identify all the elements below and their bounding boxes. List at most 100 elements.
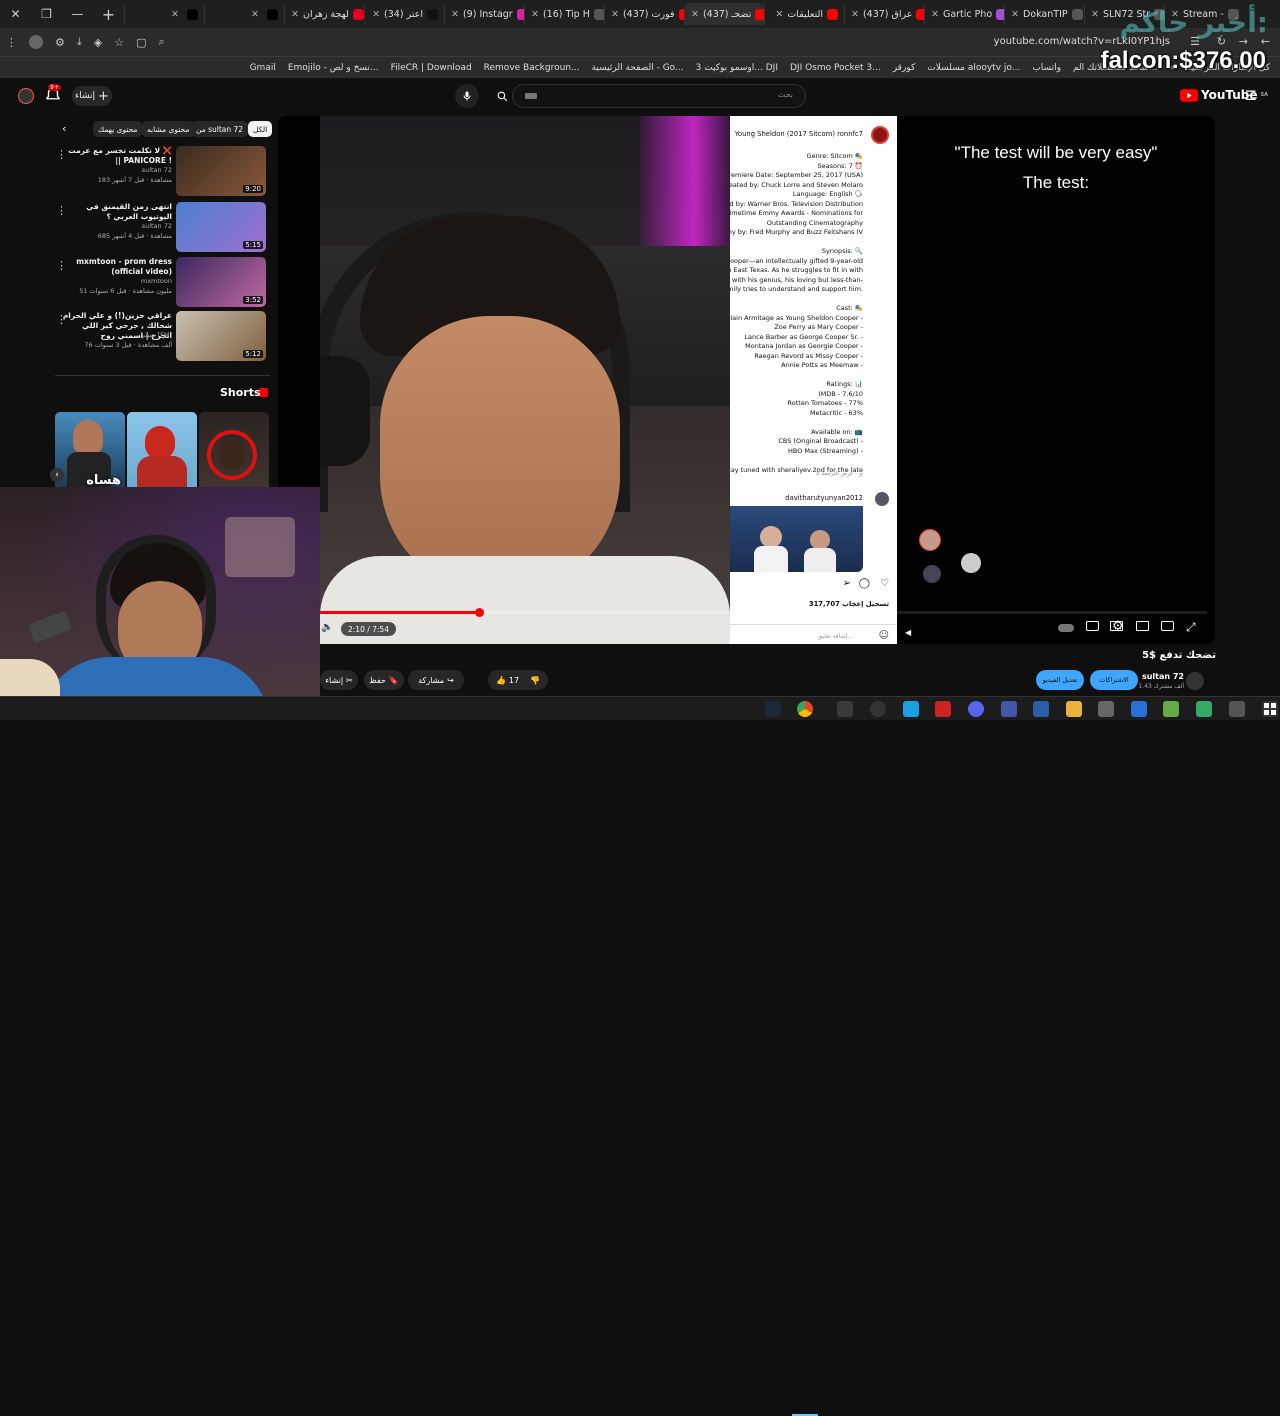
puzzle-icon[interactable]: ◈ (94, 36, 102, 49)
browser-tab[interactable]: ✕ (437) تضحـ (684, 3, 764, 25)
close-tab-icon[interactable]: ✕ (1011, 9, 1019, 20)
short-thumbnail[interactable] (127, 412, 197, 492)
browser-tab[interactable]: ✕ (124, 3, 204, 25)
outlook-icon[interactable] (1131, 701, 1147, 717)
cast-icon[interactable] (1161, 621, 1174, 631)
channel-name[interactable]: sultan 72 (1142, 672, 1184, 681)
more-options-icon[interactable]: ⋮ (56, 148, 67, 161)
tab-search-icon[interactable]: ▢ (136, 36, 146, 49)
bookmark-item[interactable]: Remove Backgroun... (484, 63, 580, 73)
voice-search-button[interactable] (455, 84, 479, 108)
more-options-icon[interactable]: ⋮ (56, 313, 67, 326)
create-button[interactable]: إنشاء + (72, 86, 112, 106)
browser-tab[interactable]: ✕ (204, 3, 284, 25)
recommendation-item[interactable]: 9:20 لا تكلمت تخسر مع عرمت ❌ || PANICORE … (56, 146, 272, 198)
search-taskbar-icon[interactable] (1229, 701, 1245, 717)
save-button[interactable]: حفظ 🔖 (364, 670, 404, 690)
subscriptions-button[interactable]: الاشتراكات (1090, 670, 1138, 690)
short-thumbnail[interactable] (199, 412, 269, 492)
close-window-icon[interactable]: ✕ (0, 0, 31, 28)
close-tab-icon[interactable]: ✕ (451, 9, 459, 20)
app-icon[interactable] (837, 701, 853, 717)
bookmark-item[interactable]: DJI Osmo Pocket 3... (790, 63, 881, 73)
video-title[interactable]: انتهى زمن القيمنق في اليوتيوب العربي ؟ (62, 202, 172, 222)
star-icon[interactable]: ☆ (114, 36, 124, 49)
subtitles-icon[interactable] (1086, 621, 1099, 631)
volume-icon[interactable]: 🔈 (321, 622, 333, 633)
settings-taskbar-icon[interactable] (1098, 701, 1114, 717)
video-title[interactable]: لا تكلمت تخسر مع عرمت ❌ || PANICORE ! (62, 146, 172, 166)
commenter-avatar[interactable] (875, 492, 889, 506)
short-thumbnail[interactable]: هساه (55, 412, 125, 492)
hamburger-menu-icon[interactable]: ☰ (1245, 89, 1257, 104)
send-icon[interactable]: ➢ (843, 578, 851, 589)
bookmark-item[interactable]: FileCR | Download (391, 63, 472, 73)
volume-small-icon[interactable]: ◀ (905, 628, 911, 637)
comment-image[interactable] (730, 506, 863, 572)
channel-name[interactable]: sultan 72 (62, 222, 172, 230)
steam-icon[interactable] (765, 701, 781, 717)
zoom-icon[interactable]: ⌕ (159, 35, 165, 49)
download-icon[interactable]: ⤓ (77, 35, 82, 49)
browser-tab[interactable]: ✕ (437) عراق (844, 3, 924, 25)
panel-translate[interactable]: 3 ي · عرض الترجمة (816, 471, 863, 477)
chrome-icon[interactable] (797, 701, 813, 717)
close-tab-icon[interactable]: ✕ (851, 9, 859, 20)
bookmark-item[interactable]: مسلسلات alooytv jo... (927, 63, 1020, 73)
video-title[interactable]: mxmtoon - prom dress (official video) (62, 257, 172, 277)
close-tab-icon[interactable]: ✕ (372, 9, 380, 20)
chips-scroll-left-icon[interactable]: ‹ (62, 122, 66, 135)
settings-gear-icon[interactable]: ⚙ (1112, 619, 1124, 634)
close-tab-icon[interactable]: ✕ (251, 9, 259, 20)
edit-video-button[interactable]: تعديل الفيديو (1036, 670, 1084, 690)
avatar[interactable] (18, 88, 34, 104)
app-icon[interactable] (1163, 701, 1179, 717)
menu-icon[interactable]: ⋮ (6, 36, 17, 49)
shorts-scroll-left-icon[interactable]: ‹ (50, 468, 64, 482)
chip-from-channel[interactable]: من sultan 72 (191, 121, 249, 137)
extensions-icon[interactable]: ⚙ (55, 36, 65, 49)
discord-icon[interactable] (968, 701, 984, 717)
browser-tab[interactable]: ✕ Gartic Pho (924, 3, 1004, 25)
channel-name[interactable]: حنيني [FM] (62, 331, 172, 339)
restore-window-icon[interactable]: ❐ (31, 0, 62, 28)
like-icon[interactable]: 👍 (496, 676, 506, 685)
app-icon[interactable] (1033, 701, 1049, 717)
close-tab-icon[interactable]: ✕ (775, 9, 783, 20)
windows-start-icon[interactable] (1262, 701, 1278, 717)
channel-avatar[interactable] (1186, 672, 1204, 690)
bookmark-item[interactable]: واتساب (1032, 63, 1061, 73)
profile-avatar[interactable] (871, 126, 889, 144)
new-tab-icon[interactable]: + (93, 0, 124, 28)
close-tab-icon[interactable]: ✕ (691, 9, 699, 20)
more-options-icon[interactable]: ⋮ (56, 259, 67, 272)
obs-icon[interactable] (870, 701, 886, 717)
bookmark-item[interactable]: Gmail (250, 63, 276, 73)
app-icon[interactable] (1001, 701, 1017, 717)
recommendation-item[interactable]: 3:52 mxmtoon - prom dress (official video… (56, 257, 272, 309)
fullscreen-icon[interactable]: ⤢ (1186, 620, 1196, 635)
profile-icon[interactable] (29, 35, 43, 49)
theater-mode-icon[interactable] (1136, 621, 1149, 631)
close-tab-icon[interactable]: ✕ (931, 9, 939, 20)
minimize-window-icon[interactable]: — (62, 0, 93, 28)
video-thumbnail[interactable]: 5:12 (176, 311, 266, 361)
more-options-icon[interactable]: ⋮ (56, 204, 67, 217)
progress-bar[interactable] (320, 611, 480, 614)
chip-for-you[interactable]: محتوى يهمك (93, 121, 143, 137)
autoplay-toggle[interactable] (1058, 624, 1074, 632)
channel-name[interactable]: mxmtoon (62, 277, 172, 285)
share-button[interactable]: مشاركة ↪ (408, 670, 464, 690)
close-tab-icon[interactable]: ✕ (291, 9, 299, 20)
browser-tab[interactable]: ✕ (16) Tip H (524, 3, 604, 25)
bookmark-item[interactable]: اوسمو بوكيت 3... DJI (696, 63, 778, 73)
close-tab-icon[interactable]: ✕ (611, 9, 619, 20)
chip-all[interactable]: الكل (248, 121, 273, 137)
search-input[interactable]: بحث (512, 84, 806, 108)
recommendation-item[interactable]: 5:12 عراقي حزين(!) و علي الحرام شحالك , ج… (56, 311, 272, 363)
comment-icon[interactable]: ◯ (859, 578, 870, 589)
app-icon[interactable] (903, 701, 919, 717)
clip-button[interactable]: إنشاء ✂ (320, 670, 358, 690)
heart-icon[interactable]: ♡ (880, 578, 889, 589)
browser-tab[interactable]: ✕ DokanTIP (1004, 3, 1084, 25)
